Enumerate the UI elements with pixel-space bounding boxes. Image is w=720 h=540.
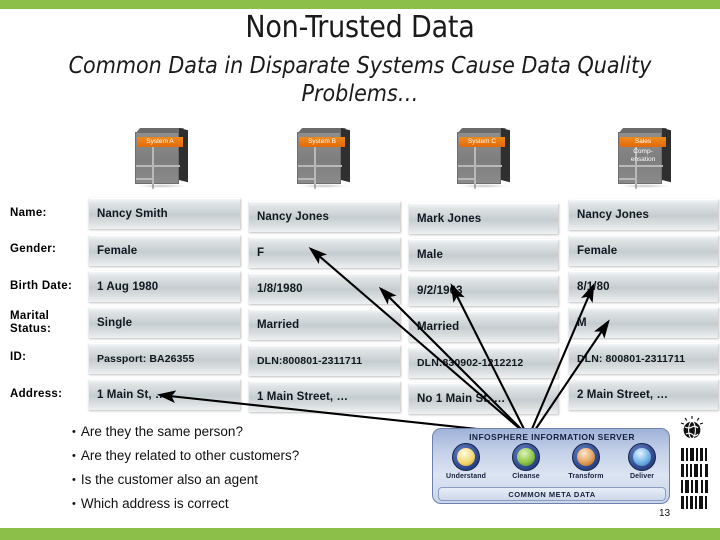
server-icon-system-b: System B: [297, 128, 351, 189]
server-sublabel-compensation: Comp-ensation: [630, 148, 656, 163]
bullet-item: Which address is correct: [72, 492, 442, 516]
infosphere-item-label: Cleanse: [512, 473, 540, 480]
infosphere-item-understand[interactable]: Understand: [439, 443, 493, 480]
row-label-address: Address:: [10, 388, 63, 400]
cell-text: Male: [417, 249, 443, 261]
cell-text: Passport: BA26355: [97, 353, 195, 365]
infosphere-information-server-panel: INFOSPHERE INFORMATION SERVER Understand…: [432, 428, 670, 504]
cell-name-system-c[interactable]: Mark Jones: [408, 203, 558, 234]
server-label-system-a: System A: [137, 137, 183, 147]
starburst-icon: [628, 443, 656, 471]
cell-gender-system-c[interactable]: Male: [408, 239, 558, 270]
infosphere-item-cleanse[interactable]: Cleanse: [499, 443, 553, 480]
globe-logo-icon: [680, 416, 704, 439]
cell-text: 8/1/80: [577, 281, 610, 293]
cell-id-sales-compensation[interactable]: DLN: 800801-2311711: [568, 343, 718, 374]
infosphere-item-deliver[interactable]: Deliver: [615, 443, 669, 480]
row-label-marital-status: Marital Status:: [10, 310, 52, 335]
cell-birth-date-system-a[interactable]: 1 Aug 1980: [88, 271, 240, 302]
cell-text: DLN:830902-1212212: [417, 357, 524, 369]
row-label-name: Name:: [10, 207, 47, 219]
cell-text: Nancy Jones: [577, 209, 650, 221]
cell-birth-date-sales-compensation[interactable]: 8/1/80: [568, 271, 718, 302]
cell-gender-system-a[interactable]: Female: [88, 235, 240, 266]
server-label-system-c: System C: [459, 137, 505, 147]
cell-address-sales-compensation[interactable]: 2 Main Street, …: [568, 379, 718, 410]
cell-name-sales-compensation[interactable]: Nancy Jones: [568, 199, 718, 230]
cell-id-system-a[interactable]: Passport: BA26355: [88, 343, 240, 374]
cell-birth-date-system-b[interactable]: 1/8/1980: [248, 273, 400, 304]
infosphere-item-label: Understand: [446, 473, 486, 480]
server-icon-system-c: System C: [457, 128, 511, 189]
cell-id-system-c[interactable]: DLN:830902-1212212: [408, 347, 558, 378]
lightbulb-icon: [452, 443, 480, 471]
cell-text: 1 Main St, …: [97, 389, 167, 401]
cell-text: Female: [97, 245, 138, 257]
slide-subtitle: Common Data in Disparate Systems Cause D…: [68, 53, 652, 108]
cell-gender-system-b[interactable]: F: [248, 237, 400, 268]
cell-text: M: [577, 317, 587, 329]
bullet-item: Are they the same person?: [72, 420, 442, 444]
cell-address-system-b[interactable]: 1 Main Street, …: [248, 381, 400, 412]
cell-marital-status-system-b[interactable]: Married: [248, 309, 400, 340]
cell-address-system-a[interactable]: 1 Main St, …: [88, 379, 240, 410]
cell-text: DLN:800801-2311711: [257, 355, 363, 367]
cell-name-system-b[interactable]: Nancy Jones: [248, 201, 400, 232]
cell-marital-status-sales-compensation[interactable]: M: [568, 307, 718, 338]
slide-title: Non-Trusted Data: [245, 10, 475, 45]
row-label-gender: Gender:: [10, 243, 57, 255]
row-label-id: ID:: [10, 351, 27, 363]
server-icon-system-a: System A: [135, 128, 189, 189]
cell-address-system-c[interactable]: No 1 Main St, …: [408, 383, 558, 414]
infosphere-item-transform[interactable]: Transform: [559, 443, 613, 480]
cell-text: DLN: 800801-2311711: [577, 353, 686, 365]
cell-text: Married: [417, 321, 460, 333]
row-label-birth-date: Birth Date:: [10, 280, 73, 292]
cell-id-system-b[interactable]: DLN:800801-2311711: [248, 345, 400, 376]
bullet-item: Are they related to other customers?: [72, 444, 442, 468]
cell-text: Nancy Jones: [257, 211, 330, 223]
cell-text: 1 Aug 1980: [97, 281, 159, 293]
cell-text: 1 Main Street, …: [257, 391, 349, 403]
paintbrush-icon: [572, 443, 600, 471]
cell-name-system-a[interactable]: Nancy Smith: [88, 198, 240, 229]
server-icon-sales-compensation: Sales Comp-ensation: [618, 128, 672, 189]
cell-text: 2 Main Street, …: [577, 389, 669, 401]
cell-text: Married: [257, 319, 300, 331]
page-number: 13: [659, 508, 671, 519]
bottom-accent-bar: [0, 528, 720, 540]
cell-marital-status-system-c[interactable]: Married: [408, 311, 558, 342]
cell-text: Nancy Smith: [97, 208, 168, 220]
question-bullet-list: Are they the same person? Are they relat…: [72, 420, 442, 516]
server-label-sales: Sales: [620, 137, 666, 147]
cell-text: No 1 Main St, …: [417, 393, 506, 405]
cell-text: 1/8/1980: [257, 283, 303, 295]
cell-gender-sales-compensation[interactable]: Female: [568, 235, 718, 266]
globe-icon: [512, 443, 540, 471]
slide-canvas: Non-Trusted Data Common Data in Disparat…: [0, 0, 720, 540]
cell-text: Female: [577, 245, 618, 257]
infosphere-item-label: Deliver: [629, 473, 655, 480]
infosphere-panel-title: INFOSPHERE INFORMATION SERVER: [469, 432, 635, 442]
top-accent-bar: [0, 0, 720, 9]
infosphere-item-label: Transform: [568, 473, 604, 480]
common-meta-data-label: COMMON META DATA: [508, 490, 596, 499]
cell-text: F: [257, 247, 265, 259]
bullet-item: Is the customer also an agent: [72, 468, 442, 492]
cell-marital-status-system-a[interactable]: Single: [88, 307, 240, 338]
ibm-barcode-logo: [681, 448, 708, 509]
cell-text: Single: [97, 317, 133, 329]
cell-text: Mark Jones: [417, 213, 482, 225]
cell-text: 9/2/1963: [417, 285, 463, 297]
server-label-system-b: System B: [299, 137, 345, 147]
cell-birth-date-system-c[interactable]: 9/2/1963: [408, 275, 558, 306]
